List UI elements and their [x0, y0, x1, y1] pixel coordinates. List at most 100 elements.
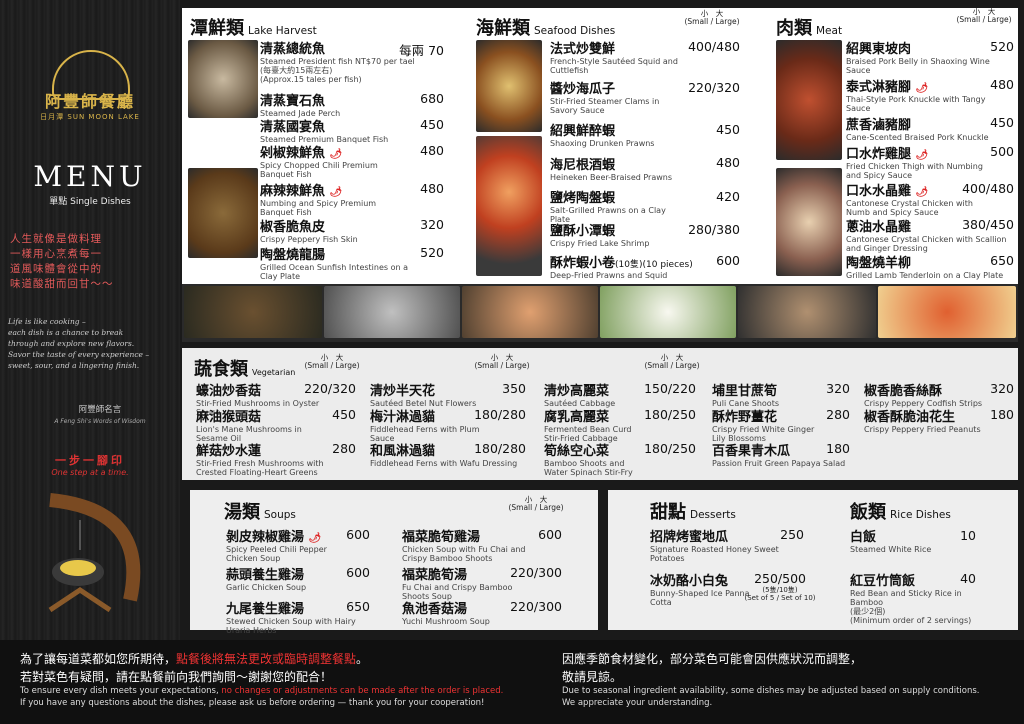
chili-icon: 🌶 — [329, 187, 343, 198]
chili-icon: 🌶 — [915, 187, 929, 198]
lake-price-7: 520 — [420, 245, 444, 260]
veg-item-11: 酥炸野薑花 Crispy Fried White Ginger Lily Blos… — [712, 410, 815, 443]
footer-notice-en-2: If you have any questions about the dish… — [20, 698, 485, 708]
lake-price-4: 480 — [420, 143, 444, 158]
footer-seasonal-en-1: Due to seasonal ingredient availability,… — [562, 686, 980, 696]
lake-item-5: 麻辣辣鮮魚 🌶 Numbing and Spicy Premium Banquet… — [260, 184, 377, 217]
meat-size-header: 小 大 (Small / Large) — [956, 7, 1012, 24]
footer-notice-zh-2: 若對菜色有疑問，請在點餐前向我們詢問～謝謝您的配合！ — [20, 670, 333, 684]
dessert-item-1: 招牌烤蜜地瓜 Signature Roasted Honey Sweet Pota… — [650, 530, 779, 563]
seafood-section-title: 海鮮類 Seafood Dishes — [476, 18, 616, 39]
photo-thumb-5 — [738, 286, 876, 338]
veg-price-8: 180/250 — [644, 407, 696, 422]
soup-price-1: 600 — [346, 527, 370, 542]
lake-price-5: 480 — [420, 181, 444, 196]
veg-size-header-1: 小 大 (Small / Large) — [304, 353, 360, 370]
soup-price-4: 600 — [538, 527, 562, 542]
photo-thumb-6 — [878, 286, 1016, 338]
soup-price-2: 600 — [346, 565, 370, 580]
veg-price-14: 180 — [990, 407, 1014, 422]
lake-item-6: 椒香脆魚皮 Crispy Peppery Fish Skin — [260, 220, 358, 244]
lake-dish-photo-1 — [188, 40, 258, 118]
seafood-item-1: 法式炒雙鮮 French-Style Sautéed Squid and Cutt… — [550, 42, 678, 75]
menu-title: MENU — [33, 160, 147, 193]
soup-item-3: 九尾養生雞湯 Stewed Chicken Soup with Hairy Ura… — [226, 602, 356, 635]
veg-size-header-2: 小 大 (Small / Large) — [474, 353, 530, 370]
seafood-item-7: 酥炸蝦小卷(10隻)(10 pieces) Deep-Fried Prawns a… — [550, 256, 693, 280]
dessert-price-2: 250/500 — [754, 571, 806, 586]
veg-item-9: 筍絲空心菜 Bamboo Shoots and Water Spinach Sti… — [544, 444, 633, 477]
veg-size-header-3: 小 大 (Small / Large) — [644, 353, 700, 370]
seafood-price-7: 600 — [716, 253, 740, 268]
seafood-price-1: 400/480 — [688, 39, 740, 54]
veg-price-13: 320 — [990, 381, 1014, 396]
signature-en: A Feng Shi's Words of Wisdom — [54, 418, 146, 425]
lake-dish-photo-2 — [188, 168, 258, 258]
veg-price-5: 180/280 — [474, 407, 526, 422]
seafood-dish-photo-1 — [476, 40, 542, 132]
chili-icon: 🌶 — [308, 533, 322, 544]
meat-item-2: 泰式淋豬腳 🌶 Thai-Style Pork Knuckle with Tang… — [846, 80, 986, 113]
soup-price-3: 650 — [346, 599, 370, 614]
photo-thumb-4 — [600, 286, 736, 338]
meat-item-4: 口水炸雞腿 🌶 Fried Chicken Thigh with Numbing … — [846, 147, 983, 180]
brand-subtitle: 日月潭 SUN MOON LAKE — [40, 113, 140, 121]
veg-price-9: 180/250 — [644, 441, 696, 456]
veg-item-8: 腐乳高麗菜 Fermented Bean Curd Stir-Fried Cabb… — [544, 410, 632, 443]
veg-price-1: 220/320 — [304, 381, 356, 396]
soup-size-header: 小 大 (Small / Large) — [508, 495, 564, 512]
seafood-price-6: 280/380 — [688, 222, 740, 237]
rice-price-2: 40 — [960, 571, 976, 586]
meat-price-4: 500 — [990, 144, 1014, 159]
rice-item-1: 白飯 Steamed White Rice — [850, 530, 932, 554]
veg-price-11: 280 — [826, 407, 850, 422]
photo-thumb-1 — [184, 286, 322, 338]
poem-zh: 人生就像是做料理 一樣用心烹煮每一 道風味體會從中的 味道酸甜而回甘～～ — [10, 233, 114, 290]
lake-item-4: 剁椒辣鮮魚 🌶 Spicy Chopped Chili Premium Banqu… — [260, 146, 378, 179]
footer-seasonal-zh-1: 因應季節食材變化，部分菜色可能會因供應狀況而調整， — [562, 652, 863, 666]
veg-section-title: 蔬食類 Vegetarian — [194, 359, 296, 380]
veg-price-6: 180/280 — [474, 441, 526, 456]
veg-item-2: 麻油猴頭菇 Lion's Mane Mushrooms in Sesame Oil — [196, 410, 302, 443]
meat-dish-photo-2 — [776, 168, 842, 276]
dessert-price-1: 250 — [780, 527, 804, 542]
veg-price-12: 180 — [826, 441, 850, 456]
soup-item-1: 剝皮辣椒雞湯 🌶 Spicy Peeled Chili Pepper Chicke… — [226, 530, 327, 563]
soup-item-5: 福菜脆筍湯 Fu Chai and Crispy Bamboo Shoots So… — [402, 568, 513, 601]
photo-thumb-3 — [462, 286, 598, 338]
footer-seasonal-en-2: We appreciate your understanding. — [562, 698, 713, 708]
soup-price-5: 220/300 — [510, 565, 562, 580]
seafood-item-2: 醬炒海瓜子 Stir-Fried Steamer Clams in Savory … — [550, 82, 660, 115]
photo-thumb-2 — [324, 286, 460, 338]
meat-price-5: 400/480 — [962, 181, 1014, 196]
veg-item-4: 清炒半天花 Sautéed Betel Nut Flowers — [370, 384, 477, 408]
seafood-price-3: 450 — [716, 122, 740, 137]
lantern-illustration — [48, 493, 141, 613]
seafood-dish-photo-2 — [476, 136, 542, 276]
veg-price-2: 450 — [332, 407, 356, 422]
meat-dish-photo-1 — [776, 40, 842, 160]
lake-price-2: 680 — [420, 91, 444, 106]
meat-price-2: 480 — [990, 77, 1014, 92]
footer-seasonal-zh-2: 敬請見諒。 — [562, 670, 623, 684]
lake-price-1: 每兩 70 — [399, 43, 444, 58]
step-en: One step at a time. — [51, 468, 129, 477]
chili-icon: 🌶 — [915, 150, 929, 161]
seafood-price-2: 220/320 — [688, 80, 740, 95]
brand-name: 阿豐師餐廳 — [44, 92, 135, 111]
seafood-item-6: 鹽酥小潭蝦 Crispy Fried Lake Shrimp — [550, 224, 650, 248]
veg-price-3: 280 — [332, 441, 356, 456]
meat-price-1: 520 — [990, 39, 1014, 54]
seafood-price-4: 480 — [716, 155, 740, 170]
seafood-item-5: 鹽烤陶盤蝦 Salt-Grilled Prawns on a Clay Plate — [550, 191, 666, 224]
veg-price-10: 320 — [826, 381, 850, 396]
poem-en: Life is like cooking – each dish is a cha… — [8, 317, 150, 370]
meat-price-7: 650 — [990, 253, 1014, 268]
chili-icon: 🌶 — [915, 83, 929, 94]
chili-icon: 🌶 — [329, 149, 343, 160]
veg-price-4: 350 — [502, 381, 526, 396]
soup-item-6: 魚池香菇湯 Yuchi Mushroom Soup — [402, 602, 490, 626]
seafood-price-5: 420 — [716, 189, 740, 204]
lake-item-7: 陶盤燒龍腸 Grilled Ocean Sunfish Intestines on… — [260, 248, 408, 281]
seafood-size-header: 小 大 (Small / Large) — [684, 9, 740, 26]
